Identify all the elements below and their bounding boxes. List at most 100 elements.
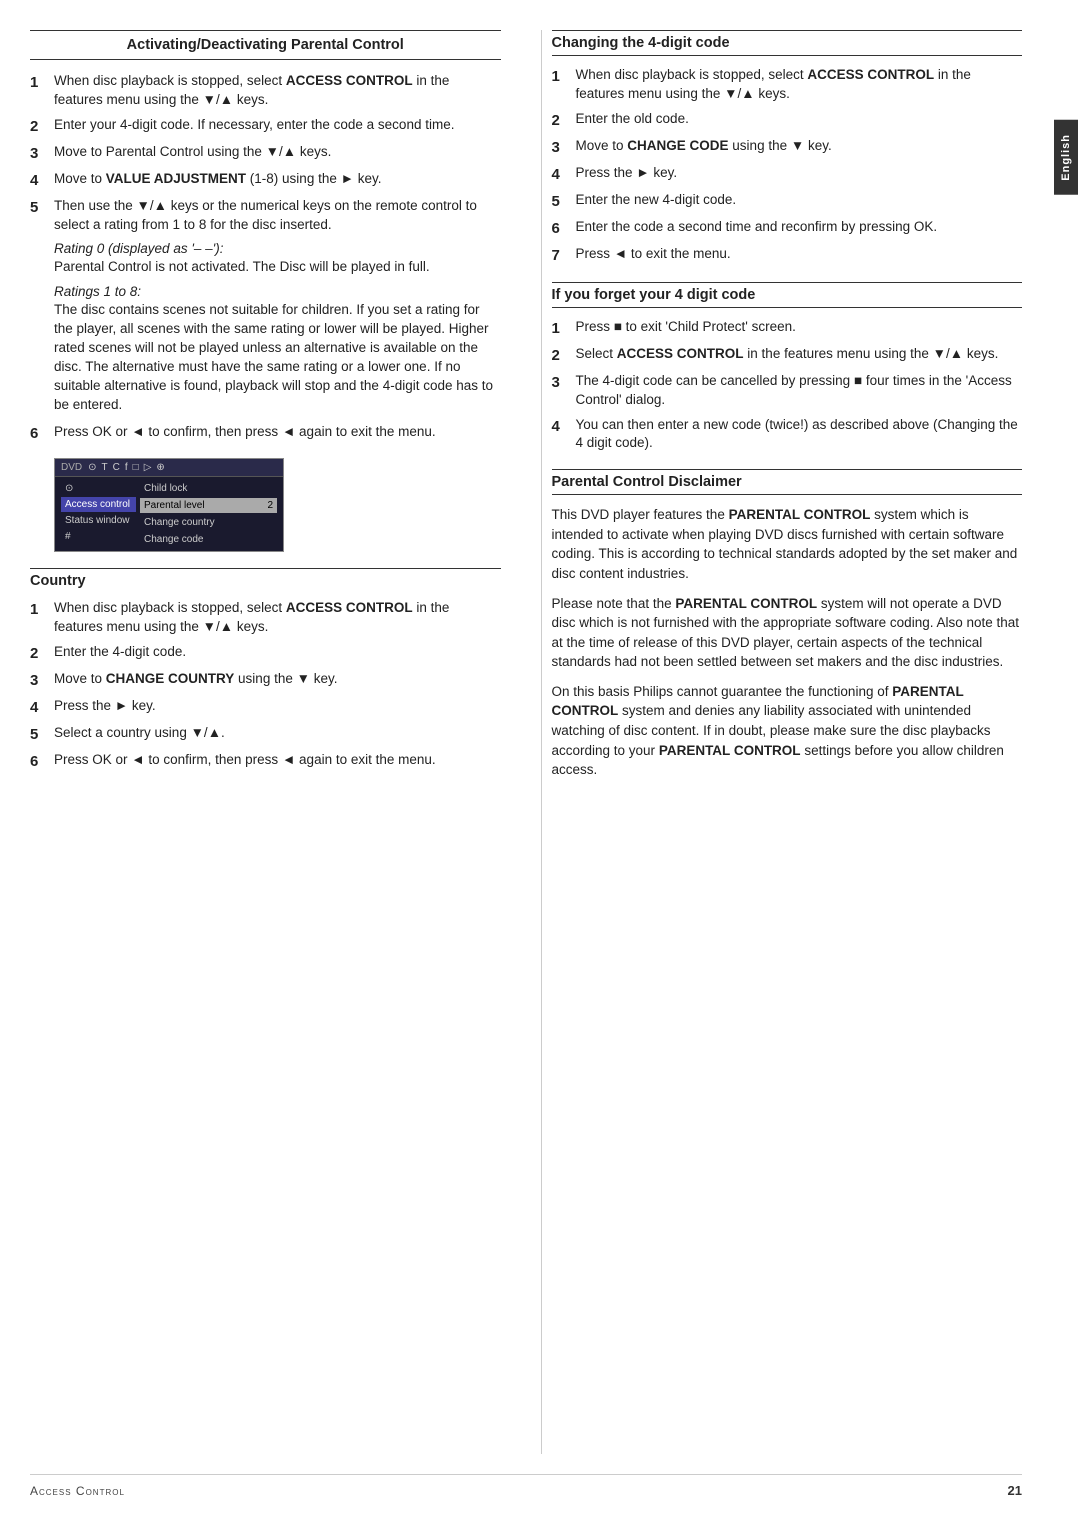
step-number: 5 (552, 191, 568, 212)
step-item: 5 Then use the ▼/▲ keys or the numerical… (30, 197, 501, 235)
step-content: The 4-digit code can be cancelled by pre… (576, 372, 1023, 410)
step-number: 4 (30, 697, 46, 718)
section-activating: Activating/Deactivating Parental Control… (30, 30, 501, 444)
step-item: 3 The 4-digit code can be cancelled by p… (552, 372, 1023, 410)
forget-code-steps: 1 Press ■ to exit 'Child Protect' screen… (552, 318, 1023, 454)
disclaimer-para3: On this basis Philips cannot guarantee t… (552, 682, 1023, 780)
step-number: 6 (30, 423, 46, 444)
step-number: 3 (30, 143, 46, 164)
step-item: 1 When disc playback is stopped, select … (552, 66, 1023, 104)
step-item: 2 Select ACCESS CONTROL in the features … (552, 345, 1023, 366)
step-content: When disc playback is stopped, select AC… (54, 72, 501, 110)
dvd-icon: T (102, 462, 108, 473)
right-column: Changing the 4-digit code 1 When disc pl… (541, 30, 1023, 1454)
page-footer: Access Control 21 (30, 1474, 1022, 1498)
disclaimer-title: Parental Control Disclaimer (552, 469, 1023, 495)
dvd-submenu-parental: Parental level 2 (140, 498, 277, 513)
step-content: Enter the code a second time and reconfi… (576, 218, 1023, 239)
disclaimer-para2: Please note that the PARENTAL CONTROL sy… (552, 594, 1023, 672)
step-item: 4 You can then enter a new code (twice!)… (552, 416, 1023, 454)
dvd-icon-row: ⊙ (61, 481, 136, 496)
step-content: Move to Parental Control using the ▼/▲ k… (54, 143, 501, 164)
dvd-label: DVD (61, 462, 82, 473)
step-content: You can then enter a new code (twice!) a… (576, 416, 1023, 454)
country-steps: 1 When disc playback is stopped, select … (30, 599, 501, 772)
step-number: 4 (552, 164, 568, 185)
step-content: Select a country using ▼/▲. (54, 724, 501, 745)
subnote-body: The disc contains scenes not suitable fo… (54, 301, 501, 414)
dvd-icon: f (125, 462, 128, 473)
step-number: 3 (552, 372, 568, 410)
dvd-icon: □ (133, 462, 139, 473)
step-number: 6 (30, 751, 46, 772)
step-content: Enter the old code. (576, 110, 1023, 131)
step-content: Press ◄ to exit the menu. (576, 245, 1023, 266)
step-item: 5 Select a country using ▼/▲. (30, 724, 501, 745)
step-content: Press ■ to exit 'Child Protect' screen. (576, 318, 1023, 339)
step-item: 3 Move to Parental Control using the ▼/▲… (30, 143, 501, 164)
activating-steps: 1 When disc playback is stopped, select … (30, 72, 501, 235)
step-number: 1 (30, 599, 46, 637)
step-content: Enter the 4-digit code. (54, 643, 501, 664)
step-content: Then use the ▼/▲ keys or the numerical k… (54, 197, 501, 235)
section-disclaimer: Parental Control Disclaimer This DVD pla… (552, 469, 1023, 779)
changing-code-steps: 1 When disc playback is stopped, select … (552, 66, 1023, 266)
step-number: 2 (552, 110, 568, 131)
step-item: 4 Press the ► key. (30, 697, 501, 718)
forget-code-title: If you forget your 4 digit code (552, 282, 1023, 308)
dvd-submenu-country: Change country (140, 515, 277, 530)
step-item: 4 Move to VALUE ADJUSTMENT (1-8) using t… (30, 170, 501, 191)
left-column: Activating/Deactivating Parental Control… (30, 30, 511, 1454)
step-number: 4 (30, 170, 46, 191)
activating-steps-cont: 6 Press OK or ◄ to confirm, then press ◄… (30, 423, 501, 444)
dvd-icon: ⊕ (156, 462, 164, 473)
step-item: 1 When disc playback is stopped, select … (30, 599, 501, 637)
step-number: 1 (552, 318, 568, 339)
subnote-body: Parental Control is not activated. The D… (54, 258, 501, 277)
step-item: 7 Press ◄ to exit the menu. (552, 245, 1023, 266)
two-col-layout: Activating/Deactivating Parental Control… (30, 30, 1022, 1454)
step-content: Move to CHANGE COUNTRY using the ▼ key. (54, 670, 501, 691)
step-content: Press the ► key. (576, 164, 1023, 185)
section-forget-code: If you forget your 4 digit code 1 Press … (552, 282, 1023, 454)
step-number: 4 (552, 416, 568, 454)
step-number: 5 (30, 197, 46, 235)
step-number: 1 (30, 72, 46, 110)
dvd-menu-icon: # (61, 529, 136, 544)
step-item: 2 Enter your 4-digit code. If necessary,… (30, 116, 501, 137)
dvd-icon: C (113, 462, 120, 473)
step-item: 6 Press OK or ◄ to confirm, then press ◄… (30, 423, 501, 444)
english-tab-label: English (1054, 120, 1078, 195)
subnote-rating0: Rating 0 (displayed as '– –'): Parental … (54, 241, 501, 277)
step-item: 4 Press the ► key. (552, 164, 1023, 185)
dvd-menu-status: Status window (61, 513, 136, 528)
footer-title: Access Control (30, 1484, 125, 1498)
dvd-topbar: DVD ⊙ T C f □ ▷ ⊕ (55, 459, 283, 477)
step-item: 2 Enter the 4-digit code. (30, 643, 501, 664)
step-content: Enter the new 4-digit code. (576, 191, 1023, 212)
dvd-parental-badge: 2 (267, 500, 273, 511)
step-number: 3 (30, 670, 46, 691)
dvd-left-menu: ⊙ Access control Status window # (61, 481, 136, 544)
step-number: 5 (30, 724, 46, 745)
country-title: Country (30, 568, 501, 589)
step-number: 1 (552, 66, 568, 104)
dvd-screenshot: DVD ⊙ T C f □ ▷ ⊕ (54, 458, 284, 552)
step-number: 6 (552, 218, 568, 239)
subnote-ratings1to8: Ratings 1 to 8: The disc contains scenes… (54, 284, 501, 414)
step-content: When disc playback is stopped, select AC… (576, 66, 1023, 104)
dvd-submenu-childlock: Child lock (140, 481, 277, 496)
step-content: Enter your 4-digit code. If necessary, e… (54, 116, 501, 137)
disclaimer-para1: This DVD player features the PARENTAL CO… (552, 505, 1023, 583)
dvd-icon: ⊙ (88, 462, 96, 473)
step-item: 3 Move to CHANGE COUNTRY using the ▼ key… (30, 670, 501, 691)
step-item: 1 Press ■ to exit 'Child Protect' screen… (552, 318, 1023, 339)
step-number: 7 (552, 245, 568, 266)
step-number: 2 (30, 643, 46, 664)
changing-code-title: Changing the 4-digit code (552, 30, 1023, 56)
page-container: Activating/Deactivating Parental Control… (0, 0, 1080, 1528)
step-number: 3 (552, 137, 568, 158)
dvd-icon: ▷ (144, 462, 152, 473)
section-changing-code: Changing the 4-digit code 1 When disc pl… (552, 30, 1023, 266)
main-content: Activating/Deactivating Parental Control… (0, 0, 1052, 1528)
